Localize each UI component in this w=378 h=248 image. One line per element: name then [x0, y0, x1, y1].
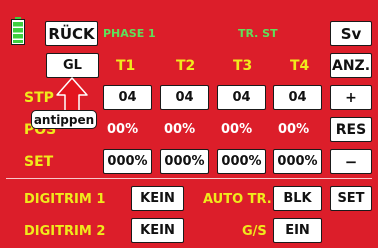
- transmitter-screen: RÜCK PHASE 1 TR. ST Sv GL T1 T2 T3 T4 AN…: [0, 0, 378, 248]
- column-header-t2: T2: [176, 58, 196, 74]
- set-value-t3[interactable]: 000%: [217, 149, 266, 174]
- back-button[interactable]: RÜCK: [45, 21, 98, 46]
- position-value-t4: 00%: [278, 122, 310, 137]
- minus-button[interactable]: −: [330, 149, 372, 174]
- step-value-t1[interactable]: 04: [103, 85, 152, 110]
- digitrim2-button[interactable]: KEIN: [131, 218, 184, 243]
- position-value-t1: 00%: [107, 122, 139, 137]
- section-divider: [6, 178, 372, 179]
- step-value-t3[interactable]: 04: [217, 85, 266, 110]
- step-value-t2[interactable]: 04: [160, 85, 209, 110]
- plus-button[interactable]: +: [330, 85, 372, 110]
- display-button[interactable]: ANZ.: [330, 53, 372, 78]
- battery-icon: [11, 17, 25, 45]
- column-header-t3: T3: [233, 58, 253, 74]
- save-button[interactable]: Sv: [330, 21, 372, 46]
- position-value-t2: 00%: [164, 122, 196, 137]
- set-button[interactable]: SET: [330, 186, 372, 211]
- gl-button[interactable]: GL: [46, 53, 99, 78]
- autotrim-label: AUTO TR.: [203, 192, 272, 207]
- tap-callout: antippen: [31, 110, 97, 129]
- digitrim1-button[interactable]: KEIN: [131, 186, 184, 211]
- column-header-t4: T4: [290, 58, 310, 74]
- gs-button[interactable]: EIN: [273, 218, 322, 243]
- gs-label: G/S: [242, 224, 267, 239]
- position-value-t3: 00%: [221, 122, 253, 137]
- reset-button[interactable]: RES: [330, 117, 372, 142]
- digitrim2-label: DIGITRIM 2: [24, 224, 106, 239]
- set-row-label: SET: [24, 154, 54, 170]
- step-value-t4[interactable]: 04: [273, 85, 322, 110]
- column-header-t1: T1: [116, 58, 136, 74]
- phase-label: PHASE 1: [103, 27, 156, 40]
- mode-title: TR. ST: [238, 27, 278, 40]
- autotrim-button[interactable]: BLK: [273, 186, 322, 211]
- set-value-t2[interactable]: 000%: [160, 149, 209, 174]
- digitrim1-label: DIGITRIM 1: [24, 192, 106, 207]
- set-value-t1[interactable]: 000%: [103, 149, 152, 174]
- set-value-t4[interactable]: 000%: [273, 149, 322, 174]
- step-row-label: STP: [24, 90, 54, 106]
